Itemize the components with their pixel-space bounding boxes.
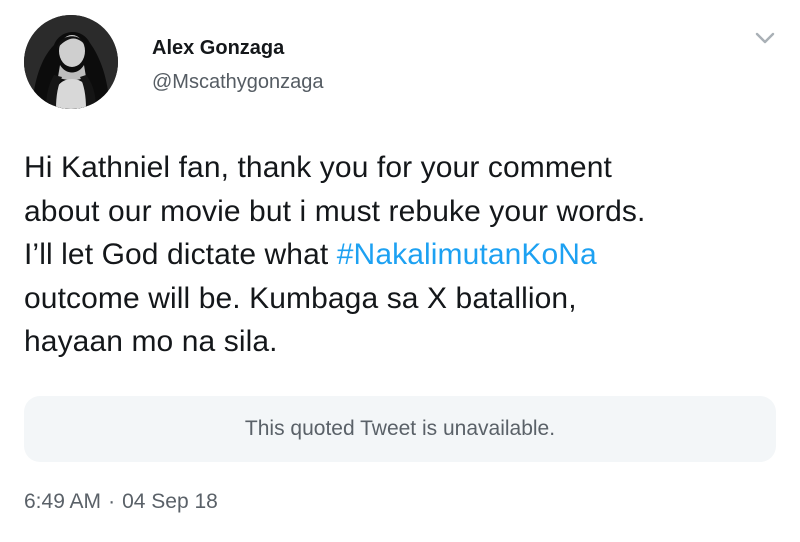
quoted-tweet-unavailable-message: This quoted Tweet is unavailable. — [244, 417, 556, 440]
tweet-card: Alex Gonzaga @Mscathygonzaga Hi Kathniel… — [0, 0, 800, 542]
tweet-text-line: outcome will be. Kumbaga sa X batallion, — [24, 281, 577, 315]
tweet-menu-button[interactable] — [752, 28, 778, 48]
timestamp[interactable]: 6:49 AM · 04 Sep 18 — [24, 488, 218, 516]
tweet-time: 6:49 AM — [24, 490, 102, 513]
tweet-text-segment: I’ll let God dictate what — [24, 238, 337, 271]
tweet-date: 04 Sep 18 — [122, 490, 218, 513]
profile-photo-icon — [24, 15, 118, 109]
chevron-down-icon — [755, 32, 775, 44]
tweet-text: Hi Kathniel fan, thank you for your comm… — [24, 146, 784, 364]
tweet-text-line: Hi Kathniel fan, thank you for your comm… — [24, 151, 612, 184]
quoted-tweet-placeholder: This quoted Tweet is unavailable. — [24, 396, 776, 462]
tweet-text-line: hayaan mo na sila. — [24, 325, 278, 358]
tweet-text-line: about our movie but i must rebuke your w… — [24, 194, 646, 228]
avatar[interactable] — [24, 15, 118, 109]
display-name[interactable]: Alex Gonzaga — [152, 36, 324, 60]
separator-dot: · — [108, 490, 116, 513]
tweet-text-line: I’ll let God dictate what #NakalimutanKo… — [24, 233, 784, 277]
author-info: Alex Gonzaga @Mscathygonzaga — [152, 36, 324, 94]
hashtag-link[interactable]: #NakalimutanKoNa — [337, 238, 597, 271]
user-handle[interactable]: @Mscathygonzaga — [152, 70, 324, 94]
